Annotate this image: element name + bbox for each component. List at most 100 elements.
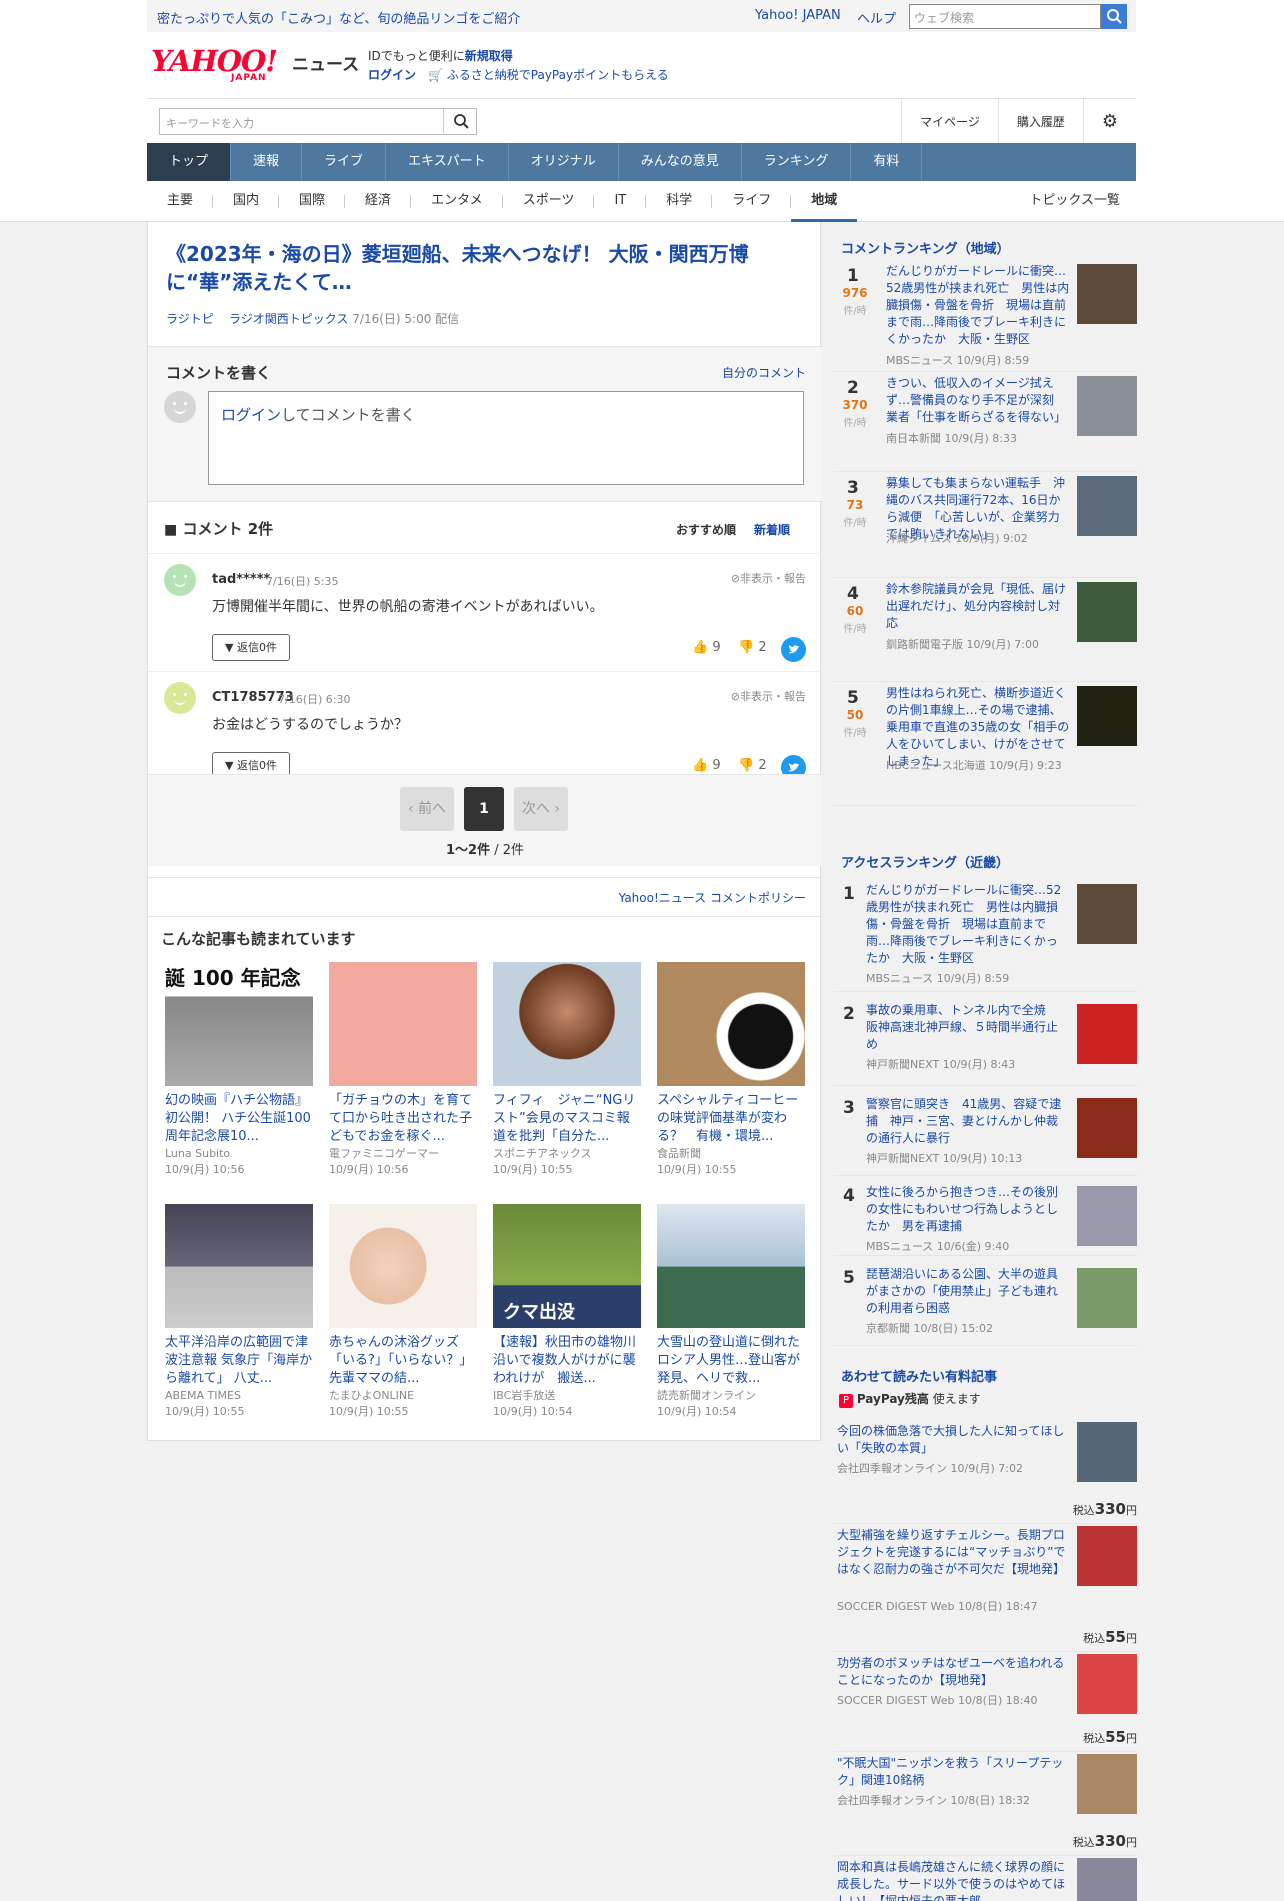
- keyword-input[interactable]: キーワードを入力: [159, 108, 477, 135]
- paid-item[interactable]: 功労者のボヌッチはなぜユーベを追われることになったのか【現地発】 SOCCER …: [833, 1652, 1137, 1752]
- like-button[interactable]: 👍 9: [692, 640, 721, 655]
- recommend-card[interactable]: フィフィ ジャニ“NGリスト”会見のマスコミ報道を批判「自分た... スポニチア…: [493, 962, 641, 1178]
- paid-thumbnail[interactable]: [1077, 1422, 1137, 1482]
- nav-tab[interactable]: エキスパート: [386, 143, 509, 181]
- recommend-title[interactable]: 大雪山の登山道に倒れたロシア人男性…登山客が発見、ヘリで救...: [657, 1334, 805, 1388]
- paid-thumbnail[interactable]: [1077, 1654, 1137, 1714]
- ranking-thumbnail[interactable]: [1077, 884, 1137, 944]
- recommend-thumbnail[interactable]: [165, 1204, 313, 1328]
- history-link[interactable]: 購入履歴: [997, 99, 1083, 145]
- web-search-input[interactable]: ウェブ検索: [909, 4, 1101, 29]
- ranking-thumbnail[interactable]: [1077, 1004, 1137, 1064]
- paid-item[interactable]: "不眠大国"ニッポンを救う「スリープテック」関連10銘柄 会社四季報オンライン …: [833, 1752, 1137, 1856]
- category-tab[interactable]: 地域: [791, 186, 858, 222]
- recommend-title[interactable]: 【速報】秋田市の雄物川沿いで複数人がけがに襲われけが 搬送...: [493, 1334, 641, 1388]
- ranking-item[interactable]: 2 事故の乗用車、トンネル内で全焼 阪神高速北神戸線、５時間半通行止め 神戸新聞…: [833, 998, 1137, 1086]
- nav-tab[interactable]: ランキング: [742, 143, 852, 181]
- paid-item[interactable]: 岡本和真は長嶋茂雄さんに続く球界の顔に成長した。サード以外で使うのはやめてほしい…: [833, 1856, 1137, 1901]
- ranking-title[interactable]: 鈴木参院議員が会見「現低、届け出遅れだけ」、処分内容検討し対応: [886, 581, 1070, 632]
- my-comments-link[interactable]: 自分のコメント: [722, 364, 806, 381]
- recommend-title[interactable]: スペシャルティコーヒーの味覚評価基準が変わる？ 有機・環境...: [657, 1092, 805, 1146]
- ranking-title[interactable]: 女性に後ろから抱きつき…その後別の女性にもわいせつ行為しようとしたか 男を再逮捕: [866, 1184, 1066, 1235]
- recommend-thumbnail[interactable]: [657, 1204, 805, 1328]
- yahoo-japan-link[interactable]: Yahoo! JAPAN: [755, 8, 841, 23]
- ranking-item[interactable]: 1 だんじりがガードレールに衝突…52歳男性が挟まれ死亡 男性は内臓損傷・骨盤を…: [833, 878, 1137, 992]
- recommend-title[interactable]: 太平洋沿岸の広範囲で津波注意報 気象庁「海岸から離れて」 八丈...: [165, 1334, 313, 1388]
- ranking-thumbnail[interactable]: [1077, 582, 1137, 642]
- recommend-card[interactable]: 赤ちゃんの沐浴グッズ「いる?」「いらない？」先輩ママの結... たまひよONLI…: [329, 1204, 477, 1420]
- recommend-title[interactable]: 幻の映画『ハチ公物語』初公開！ ハチ公生誕100周年記念展10...: [165, 1092, 313, 1146]
- twitter-share-button[interactable]: [781, 637, 806, 662]
- paid-title[interactable]: 大型補強を繰り返すチェルシー。長期プロジェクトを完遂するには“マッチョぶり”では…: [837, 1527, 1067, 1578]
- recommend-card[interactable]: 誕 100 年記念 幻の映画『ハチ公物語』初公開！ ハチ公生誕100周年記念展1…: [165, 962, 313, 1178]
- comment-policy-link[interactable]: Yahoo!ニュース コメントポリシー: [619, 889, 806, 906]
- page-1-button[interactable]: 1: [464, 787, 504, 831]
- recommend-card[interactable]: 太平洋沿岸の広範囲で津波注意報 気象庁「海岸から離れて」 八丈... ABEMA…: [165, 1204, 313, 1420]
- keyword-search-button[interactable]: [443, 109, 477, 134]
- ranking-title[interactable]: だんじりがガードレールに衝突…52歳男性が挟まれ死亡 男性は内臓損傷・骨盤を骨折…: [866, 882, 1066, 967]
- paid-thumbnail[interactable]: [1077, 1754, 1137, 1814]
- recommend-thumbnail[interactable]: 誕 100 年記念: [165, 962, 313, 1086]
- comment-user[interactable]: tad*****: [212, 572, 270, 587]
- yahoo-logo[interactable]: YAHOO! JAPAN: [151, 46, 289, 83]
- furusato-link[interactable]: 🛒 ふるさと納税でPayPayポイントもらえる: [428, 66, 669, 83]
- ranking-item[interactable]: 4 60 件/時 鈴木参院議員が会見「現低、届け出遅れだけ」、処分内容検討し対応…: [833, 578, 1137, 682]
- ranking-item[interactable]: 1 976 件/時 だんじりがガードレールに衝突…52歳男性が挟まれ死亡 男性は…: [833, 260, 1137, 372]
- ranking-title[interactable]: きつい、低収入のイメージ拭えず…警備員のなり手不足が深刻 業者「仕事を断らざるを…: [886, 375, 1070, 426]
- recommend-thumbnail[interactable]: [657, 962, 805, 1086]
- help-link[interactable]: ヘルプ: [857, 8, 896, 27]
- recommend-thumbnail[interactable]: [493, 962, 641, 1086]
- recommend-thumbnail[interactable]: [329, 1204, 477, 1328]
- source-name[interactable]: ラジオ関西トピックス: [229, 312, 348, 326]
- ranking-item[interactable]: 4 女性に後ろから抱きつき…その後別の女性にもわいせつ行為しようとしたか 男を再…: [833, 1180, 1137, 1256]
- comment-input[interactable]: ログインしてコメントを書く: [208, 391, 804, 485]
- recommend-card[interactable]: 「ガチョウの木」を育てて口から吐き出された子どもでお金を稼ぐ... 電ファミニコ…: [329, 962, 477, 1178]
- signup-link[interactable]: 新規取得: [465, 49, 513, 63]
- nav-tab[interactable]: トップ: [147, 143, 232, 181]
- paid-title[interactable]: 功労者のボヌッチはなぜユーベを追われることになったのか【現地発】: [837, 1655, 1067, 1689]
- category-tab[interactable]: ライフ: [712, 186, 792, 222]
- sort-newest[interactable]: 新着順: [754, 521, 790, 538]
- ranking-thumbnail[interactable]: [1077, 1098, 1137, 1158]
- dislike-button[interactable]: 👎 2: [738, 758, 767, 773]
- category-tab[interactable]: 国内: [213, 186, 280, 222]
- paid-thumbnail[interactable]: [1077, 1858, 1137, 1901]
- paid-title[interactable]: 今回の株価急落で大損した人に知ってほしい「失敗の本質」: [837, 1423, 1067, 1457]
- recommend-card[interactable]: クマ出没 【速報】秋田市の雄物川沿いで複数人がけがに襲われけが 搬送... IB…: [493, 1204, 641, 1420]
- ranking-thumbnail[interactable]: [1077, 376, 1137, 436]
- article-title[interactable]: 《2023年・海の日》菱垣廻船、未来へつなげ！ 大阪・関西万博に“華”添えたくて…: [166, 240, 796, 296]
- nav-tab[interactable]: 有料: [851, 143, 923, 181]
- ranking-item[interactable]: 5 50 件/時 男性はねられ死亡、横断歩道近くの片側1車線上…その場で逮捕、乗…: [833, 682, 1137, 806]
- nav-tab[interactable]: 速報: [231, 143, 303, 181]
- ranking-thumbnail[interactable]: [1077, 1268, 1137, 1328]
- login-link[interactable]: ログイン: [221, 406, 281, 424]
- promo-link[interactable]: 密たっぷりで人気の「こみつ」など、旬の絶品リンゴをご紹介: [157, 8, 520, 27]
- hide-report-link[interactable]: ⊘非表示・報告: [731, 570, 806, 586]
- paid-item[interactable]: 大型補強を繰り返すチェルシー。長期プロジェクトを完遂するには“マッチョぶり”では…: [833, 1524, 1137, 1652]
- mypage-link[interactable]: マイページ: [901, 99, 998, 145]
- ranking-thumbnail[interactable]: [1077, 264, 1137, 324]
- ranking-title[interactable]: だんじりがガードレールに衝突…52歳男性が挟まれ死亡 男性は内臓損傷・骨盤を骨折…: [886, 263, 1070, 348]
- ranking-item[interactable]: 3 警察官に頭突き 41歳男、容疑で逮捕 神戸・三宮、妻とけんかし仲裁の通行人に…: [833, 1092, 1137, 1176]
- dislike-button[interactable]: 👎 2: [738, 640, 767, 655]
- web-search-button[interactable]: [1101, 4, 1127, 29]
- access-ranking-heading[interactable]: アクセスランキング（近畿）: [841, 852, 1009, 871]
- category-tab[interactable]: 主要: [147, 186, 214, 222]
- ranking-thumbnail[interactable]: [1077, 1186, 1137, 1246]
- recommend-title[interactable]: 「ガチョウの木」を育てて口から吐き出された子どもでお金を稼ぐ...: [329, 1092, 477, 1146]
- reply-toggle-button[interactable]: ▼ 返信0件: [212, 634, 290, 661]
- paid-title[interactable]: 岡本和真は長嶋茂雄さんに続く球界の顔に成長した。サード以外で使うのはやめてほしい…: [837, 1859, 1067, 1901]
- category-tab[interactable]: エンタメ: [411, 186, 503, 222]
- recommend-thumbnail[interactable]: クマ出没: [493, 1204, 641, 1328]
- login-link[interactable]: ログイン: [368, 66, 416, 83]
- sort-recommended[interactable]: おすすめ順: [676, 521, 736, 538]
- paid-heading[interactable]: あわせて読みたい有料記事: [841, 1366, 997, 1385]
- hide-report-link[interactable]: ⊘非表示・報告: [731, 688, 806, 704]
- paid-title[interactable]: "不眠大国"ニッポンを救う「スリープテック」関連10銘柄: [837, 1755, 1067, 1789]
- recommend-card[interactable]: スペシャルティコーヒーの味覚評価基準が変わる？ 有機・環境... 食品新聞 10…: [657, 962, 805, 1178]
- settings-button[interactable]: ⚙: [1082, 99, 1136, 145]
- comment-ranking-heading[interactable]: コメントランキング（地域）: [841, 238, 1010, 257]
- ranking-title[interactable]: 事故の乗用車、トンネル内で全焼 阪神高速北神戸線、５時間半通行止め: [866, 1002, 1066, 1053]
- ranking-item[interactable]: 5 琵琶湖沿いにある公園、大半の遊具がまさかの「使用禁止」子ども連れの利用者ら困…: [833, 1262, 1137, 1346]
- category-tab[interactable]: 国際: [279, 186, 346, 222]
